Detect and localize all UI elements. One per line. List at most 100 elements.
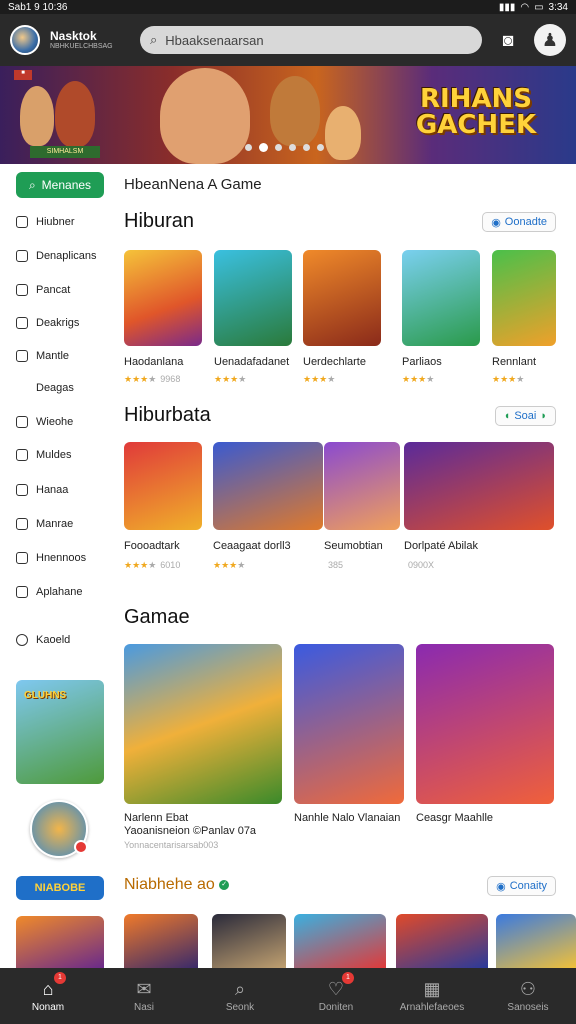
sidebar-item-label: Aplahane — [36, 586, 83, 598]
box-icon — [16, 484, 28, 496]
featured-game-tile[interactable] — [416, 644, 554, 804]
game-tile[interactable] — [496, 914, 576, 968]
game-tile[interactable] — [213, 442, 323, 530]
game-tile[interactable] — [124, 442, 202, 530]
game-rating: 0900X — [404, 560, 434, 570]
promo-avatar[interactable] — [30, 800, 88, 858]
promo-card[interactable]: GLUHNS — [16, 680, 104, 784]
sidebar-item[interactable]: Hanaa — [16, 484, 68, 496]
sidebar-item-label: Muldes — [36, 449, 72, 461]
search-input[interactable]: Hbaaksenaarsan — [165, 33, 263, 48]
sidebar-item[interactable]: Manrae — [16, 518, 73, 530]
tag-icon — [16, 552, 28, 564]
game-tile[interactable] — [324, 442, 400, 530]
sidebar-item[interactable]: Hnennoos — [16, 552, 86, 564]
game-tile[interactable] — [396, 914, 488, 968]
app-logo-avatar[interactable] — [10, 25, 40, 55]
battery-level: 3:34 — [548, 1, 568, 13]
sidebar-item-label: Wieohe — [36, 416, 74, 428]
nav-item[interactable]: ⚇ Sanoseis — [480, 968, 576, 1024]
game-tile[interactable] — [404, 442, 554, 530]
sidebar-item[interactable]: Deakrigs — [16, 317, 79, 329]
banner-badge: ■ — [14, 70, 32, 80]
sidebar-item[interactable]: Muldes — [16, 449, 71, 461]
nav-item[interactable]: ⌕ Seonk — [192, 968, 288, 1024]
sidebar-item[interactable]: Mantle — [16, 350, 69, 362]
section-more-button[interactable]: ◖ Soai ◗ — [494, 406, 556, 426]
banner-title: RIHANS GACHEK — [415, 84, 537, 140]
carousel-dot[interactable] — [303, 144, 310, 151]
clock-icon — [16, 350, 28, 362]
sidebar-item-label: Hanaa — [36, 484, 69, 496]
camera-button[interactable]: ◙ — [492, 24, 524, 56]
section-more-button[interactable]: ◉ Oonadte — [482, 212, 556, 232]
featured-game-tile[interactable] — [294, 644, 404, 804]
search-bar[interactable]: ⌕ Hbaaksenaarsan — [140, 26, 482, 54]
banner-character — [55, 81, 95, 147]
wifi-icon: ◠ — [520, 1, 530, 13]
game-tile[interactable] — [214, 250, 292, 346]
sidebar-item[interactable]: Pancat — [16, 284, 70, 296]
sidebar-item[interactable]: Wieohe — [16, 416, 73, 428]
game-rating: ★★★★ — [213, 560, 246, 570]
nav-item[interactable]: ⌂ 1 Nonam — [0, 968, 96, 1024]
sidebar-item[interactable]: Kaoeld — [16, 634, 70, 646]
sidebar-item-label: Kaoeld — [36, 634, 71, 646]
game-title[interactable]: Rennlant — [492, 356, 536, 368]
game-title[interactable]: Narlenn Ebat — [124, 812, 188, 824]
section-title-text: Niabhehe ao — [124, 876, 215, 893]
nav-item[interactable]: ♡ 1 Doniten — [288, 968, 384, 1024]
game-title[interactable]: Ceasgr Maahlle — [416, 812, 493, 824]
game-tile[interactable] — [124, 250, 202, 346]
promo-thumbnail[interactable] — [16, 916, 104, 968]
section-more-button[interactable]: ◉ Conaity — [487, 876, 556, 896]
carousel-dot[interactable] — [259, 143, 268, 152]
carousel-dots[interactable] — [245, 143, 324, 152]
compass-icon — [16, 586, 28, 598]
toggle-icon: ◗ — [540, 410, 547, 422]
game-tile[interactable] — [402, 250, 480, 346]
menu-button[interactable]: ⌕ Menanes — [16, 172, 104, 198]
sidebar-item[interactable]: Aplahane — [16, 586, 83, 598]
profile-button[interactable]: ♟ — [534, 24, 566, 56]
game-title[interactable]: Dorlpaté Abilak — [404, 540, 478, 552]
section-title: Hiburbata — [124, 404, 211, 426]
nav-label: Sanoseis — [507, 1001, 549, 1013]
nav-label: Seonk — [225, 1001, 255, 1013]
game-tile[interactable] — [303, 250, 381, 346]
game-title[interactable]: Parliaos — [402, 356, 442, 368]
sidebar-item[interactable]: Deagas — [36, 382, 74, 394]
game-title[interactable]: Uerdechlarte — [303, 356, 366, 368]
carousel-dot[interactable] — [245, 144, 252, 151]
sidebar-item[interactable]: Denaplicans — [16, 250, 97, 262]
game-tile[interactable] — [492, 250, 556, 346]
toggle-icon: ◖ — [503, 410, 511, 422]
sidebar-item-label: Denaplicans — [36, 250, 97, 262]
game-title[interactable]: Haodanlana — [124, 356, 183, 368]
game-title[interactable]: Seumobtian — [324, 540, 383, 552]
nav-item[interactable]: ▦ Arnahlefaeoes — [384, 968, 480, 1024]
game-title[interactable]: Uenadafadanet — [214, 356, 289, 368]
promo-pill[interactable]: NIABOBE — [16, 876, 104, 900]
carousel-dot[interactable] — [289, 144, 296, 151]
featured-game-tile[interactable] — [124, 644, 282, 804]
carousel-dot[interactable] — [317, 144, 324, 151]
banner-sign: SIMHALSM — [30, 146, 100, 158]
game-title[interactable]: Nanhle Nalo Vlanaian — [294, 812, 400, 824]
game-rating: ★★★★ — [402, 374, 435, 384]
menu-button-label: Menanes — [41, 178, 92, 192]
verified-icon: ✓ — [219, 879, 230, 890]
status-bar: Sab1 9 10:36 ▮▮▮ ◠ ▭ 3:34 — [0, 0, 576, 14]
chat-icon: ◉ — [496, 880, 506, 893]
bottom-nav: ⌂ 1 Nonam ✉ Nasi ⌕ Seonk ♡ 1 Doniten ▦ Arnahlefaeoe… — [0, 968, 576, 1024]
game-tile[interactable] — [124, 914, 198, 968]
sidebar-item[interactable]: Hiubner — [16, 216, 75, 228]
game-title[interactable]: Ceaagaat dorll3 — [213, 540, 291, 552]
section-title: Hiburan — [124, 210, 195, 232]
game-meta: Yonnacentarisarsab003 — [124, 840, 219, 850]
game-title[interactable]: Foooadtark — [124, 540, 180, 552]
nav-item[interactable]: ✉ Nasi — [96, 968, 192, 1024]
game-tile[interactable] — [294, 914, 386, 968]
game-tile[interactable] — [212, 914, 286, 968]
carousel-dot[interactable] — [275, 144, 282, 151]
